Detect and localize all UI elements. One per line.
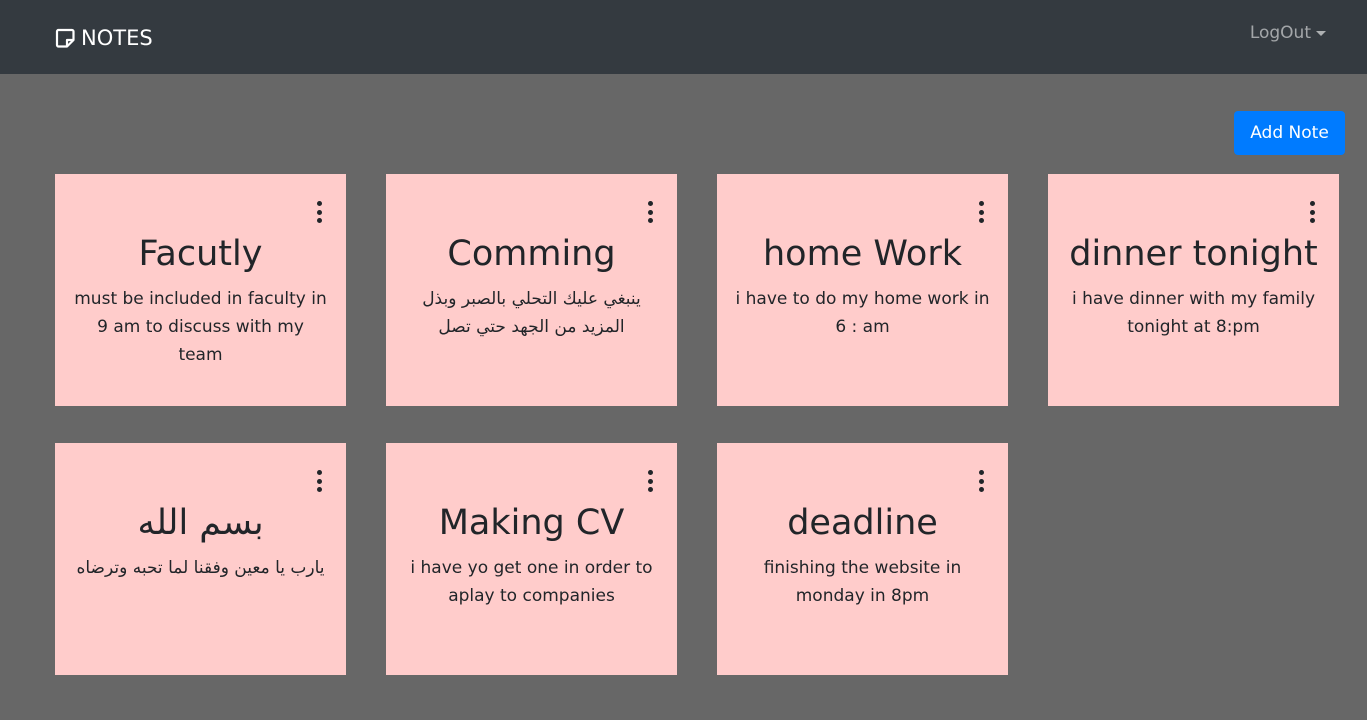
- note-card: Facutly must be included in faculty in 9…: [55, 174, 346, 406]
- note-body: i have to do my home work in 6 : am: [735, 289, 990, 337]
- note-body: ينبغي عليك التحلي بالصبر وبذل المزيد من …: [422, 289, 641, 337]
- note-title: بسم الله: [137, 503, 264, 543]
- add-note-button[interactable]: Add Note: [1234, 111, 1345, 155]
- more-options-icon[interactable]: [314, 470, 324, 492]
- note-card: deadline finishing the website in monday…: [717, 443, 1008, 675]
- note-title: deadline: [787, 503, 938, 543]
- more-options-icon[interactable]: [645, 201, 655, 223]
- note-card: home Work i have to do my home work in 6…: [717, 174, 1008, 406]
- sticky-note-icon: [55, 28, 75, 48]
- brand-link[interactable]: NOTES: [55, 24, 153, 52]
- note-body: i have yo get one in order to aplay to c…: [410, 558, 653, 606]
- more-options-icon[interactable]: [976, 201, 986, 223]
- logout-dropdown[interactable]: LogOut: [1250, 20, 1326, 46]
- note-body: i have dinner with my family tonight at …: [1071, 289, 1316, 337]
- note-title: dinner tonight: [1069, 234, 1318, 274]
- note-card: بسم الله يارب يا معين وفقنا لما تحبه وتر…: [55, 443, 346, 675]
- navbar: NOTES LogOut: [0, 0, 1367, 74]
- note-card: Comming ينبغي عليك التحلي بالصبر وبذل ال…: [386, 174, 677, 406]
- more-options-icon[interactable]: [645, 470, 655, 492]
- note-body: must be included in faculty in 9 am to d…: [74, 289, 327, 365]
- note-title: home Work: [763, 234, 962, 274]
- caret-down-icon: [1316, 30, 1326, 36]
- brand-label: NOTES: [81, 26, 153, 50]
- note-title: Making CV: [438, 503, 625, 543]
- note-title: Facutly: [138, 234, 263, 274]
- note-body: يارب يا معين وفقنا لما تحبه وترضاه: [76, 558, 325, 578]
- note-card: Making CV i have yo get one in order to …: [386, 443, 677, 675]
- more-options-icon[interactable]: [976, 470, 986, 492]
- note-body: finishing the website in monday in 8pm: [763, 558, 962, 606]
- logout-label: LogOut: [1249, 23, 1311, 43]
- note-card: dinner tonight i have dinner with my fam…: [1048, 174, 1339, 406]
- more-options-icon[interactable]: [314, 201, 324, 223]
- more-options-icon[interactable]: [1307, 201, 1317, 223]
- note-title: Comming: [447, 234, 616, 274]
